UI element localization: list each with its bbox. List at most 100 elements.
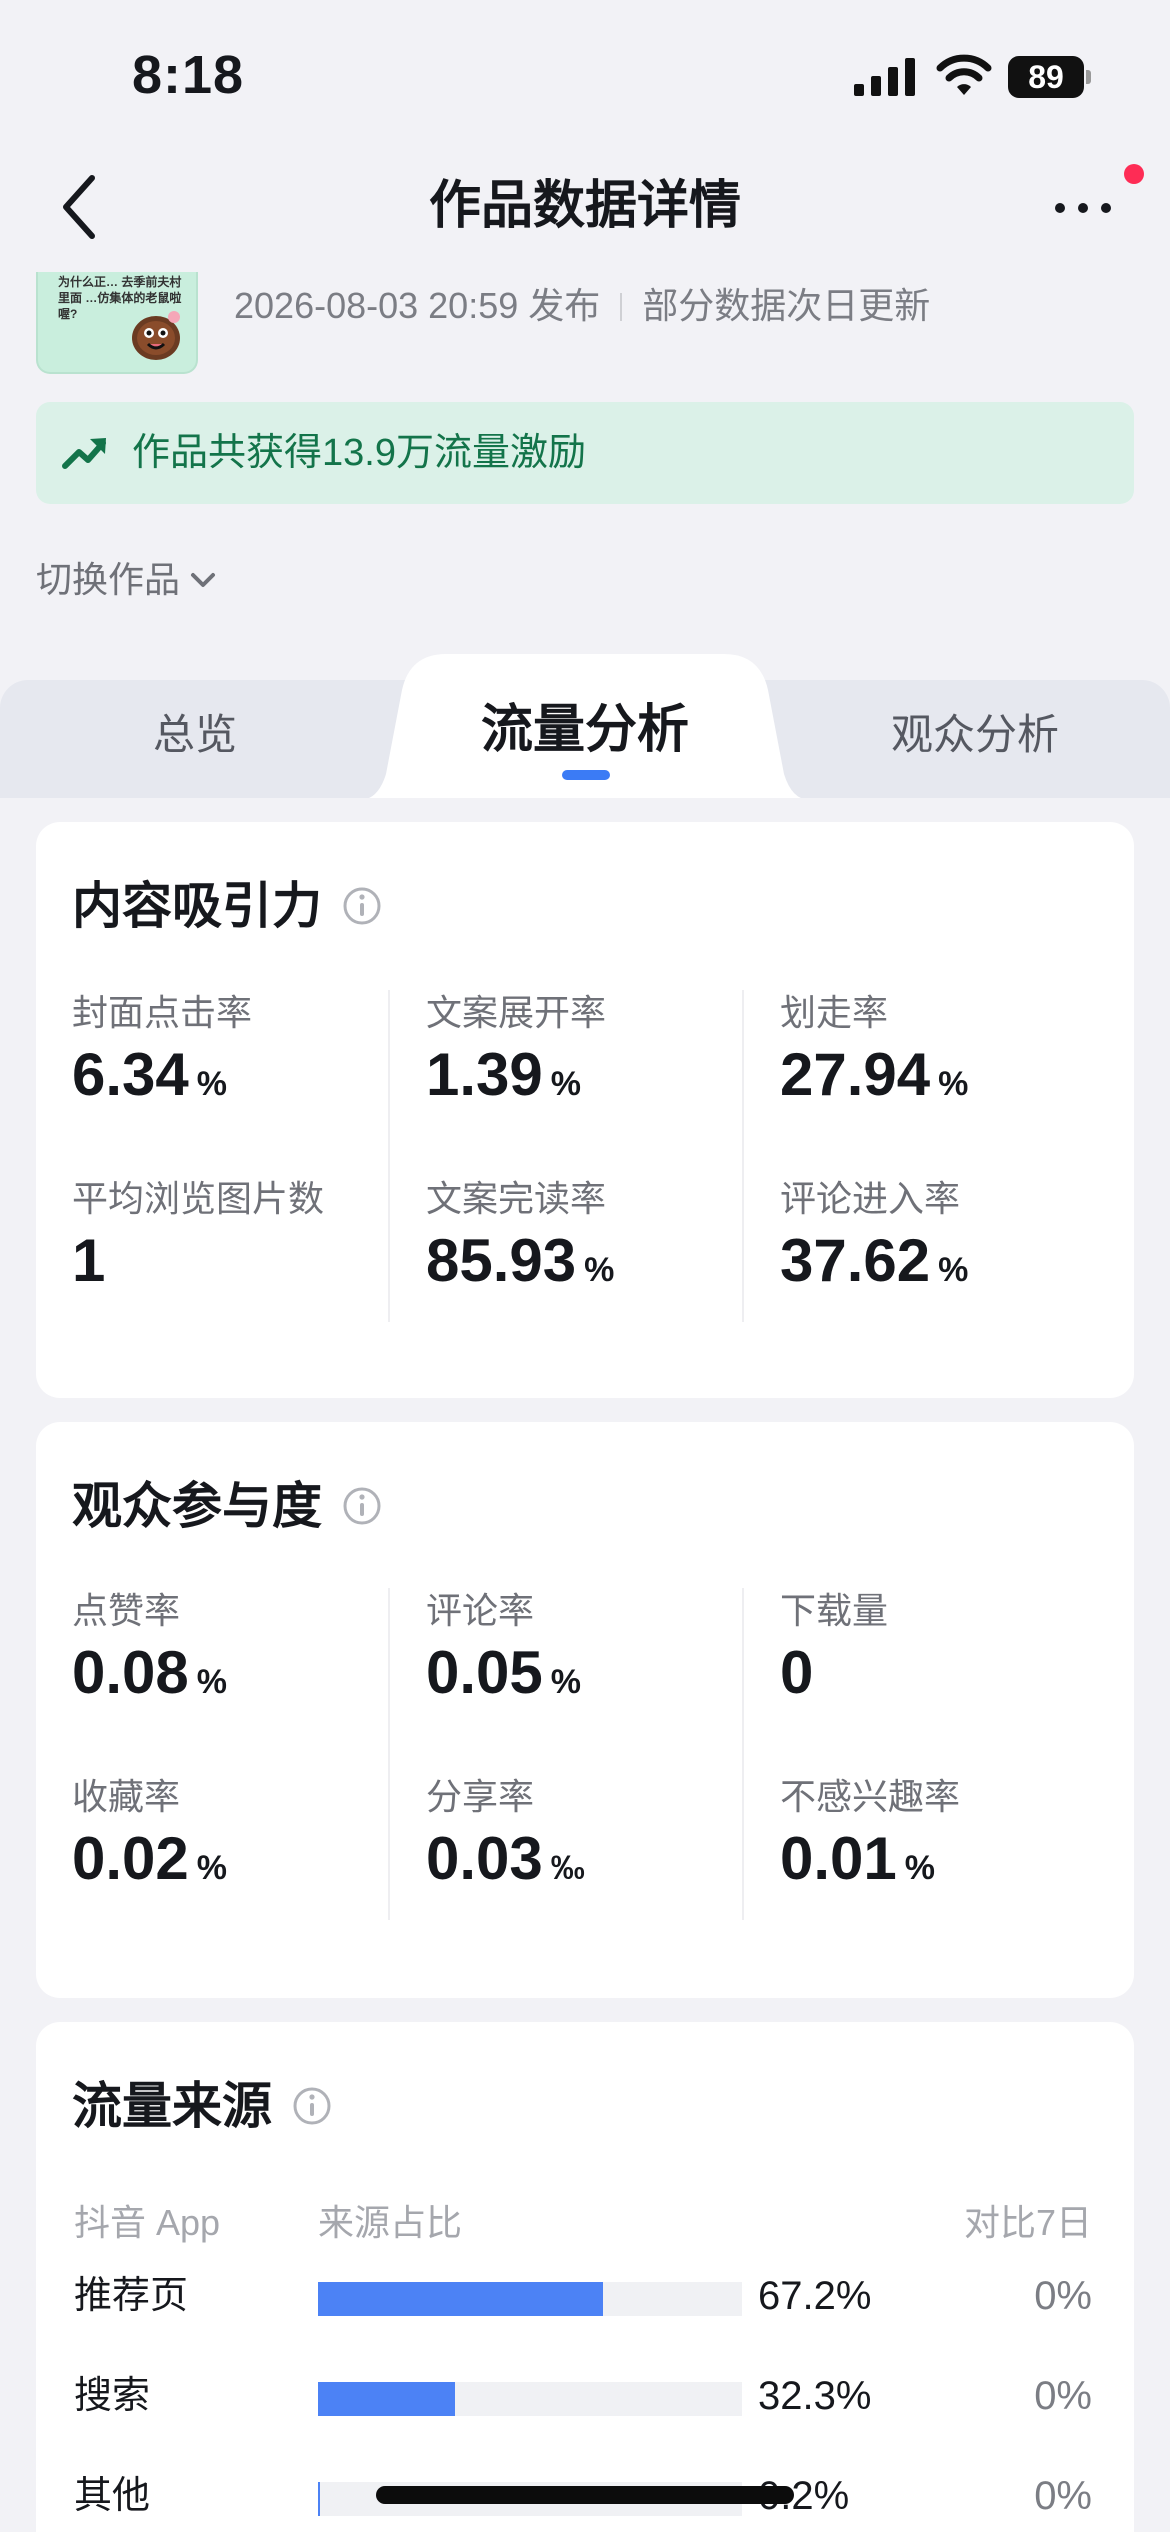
share-bar-fill: [318, 2482, 320, 2516]
column-header-app: 抖音 App: [74, 2202, 221, 2243]
metric-number: 37.62: [780, 1227, 931, 1294]
battery-level: 89: [1008, 56, 1084, 98]
tab-overview[interactable]: 总览: [80, 700, 310, 770]
column-header-share: 来源占比: [318, 2202, 463, 2243]
metric-comment-rate: 评论率 0.05%: [426, 1588, 756, 1722]
metric-number: 0: [780, 1639, 814, 1706]
column-header-compare: 对比7日: [963, 2202, 1092, 2243]
metric-label: 分享率: [426, 1776, 535, 1817]
info-icon[interactable]: [342, 886, 382, 926]
metric-unit: %: [196, 1849, 228, 1887]
metric-number: 1: [72, 1227, 106, 1294]
metric-label: 评论进入率: [780, 1178, 961, 1219]
metric-downloads: 下载量 0: [780, 1588, 1110, 1722]
source-compare: 0%: [1034, 2274, 1092, 2318]
publish-time: 2026-08-03 20:59 发布: [234, 285, 601, 326]
cookie-character-icon: [132, 311, 180, 360]
engagement-card: 观众参与度 点赞率 0.08% 评论率 0.05% 下载量 0 收藏率 0.02…: [36, 1422, 1134, 1998]
content-appeal-title: 内容吸引力: [72, 878, 322, 934]
metric-like-rate: 点赞率 0.08%: [72, 1588, 402, 1722]
metric-caption-complete-rate: 文案完读率 85.93%: [426, 1176, 756, 1310]
metric-number: 0.08: [72, 1639, 189, 1706]
chevron-down-icon: [191, 573, 216, 587]
switch-work-button[interactable]: 切换作品: [36, 554, 216, 606]
metric-unit: ‰: [550, 1849, 585, 1887]
metric-share-rate: 分享率 0.03 ‰: [426, 1774, 756, 1908]
work-thumbnail[interactable]: 为什么正… 去季前夫村里面 …仿集体的老鼠啦喔?: [36, 272, 198, 374]
source-name: 推荐页: [74, 2275, 189, 2317]
page-title: 作品数据详情: [428, 177, 741, 235]
metric-number: 0.02: [72, 1825, 189, 1892]
metric-number: 0.05: [426, 1639, 543, 1706]
battery-indicator: 89: [1008, 56, 1092, 98]
metric-value: 6.34%: [72, 1042, 402, 1124]
metric-label: 收藏率: [72, 1776, 181, 1817]
engagement-title: 观众参与度: [72, 1478, 322, 1534]
reward-banner[interactable]: 作品共获得13.9万流量激励: [36, 402, 1134, 504]
metric-value: 0.01%: [780, 1826, 1110, 1908]
card-title: 观众参与度: [72, 1474, 382, 1538]
metric-unit: %: [550, 1065, 582, 1103]
metric-label: 下载量: [780, 1590, 889, 1631]
metric-unit: %: [938, 1065, 969, 1103]
metric-unit: %: [584, 1251, 615, 1289]
tab-traffic-analysis[interactable]: 流量分析: [440, 692, 730, 768]
traffic-source-title: 流量来源: [72, 2078, 272, 2134]
metric-label: 不感兴趣率: [780, 1776, 961, 1817]
metric-caption-expand-rate: 文案展开率 1.39%: [426, 990, 756, 1124]
publish-meta: 2026-08-03 20:59 发布 部分数据次日更新: [234, 282, 930, 330]
metric-comment-entry-rate: 评论进入率 37.62%: [780, 1176, 1110, 1310]
trend-up-icon: [62, 438, 106, 469]
info-icon[interactable]: [292, 2086, 332, 2126]
metric-label: 平均浏览图片数: [72, 1178, 325, 1219]
signal-icon: [854, 58, 915, 96]
reward-text: 作品共获得13.9万流量激励: [132, 432, 586, 474]
metric-label: 文案展开率: [426, 992, 607, 1033]
status-time: 8:18: [132, 45, 245, 105]
switch-work-label: 切换作品: [36, 559, 181, 600]
share-bar-fill: [318, 2382, 455, 2416]
share-bar-track: [318, 2382, 742, 2416]
metric-value: 37.62%: [780, 1228, 1110, 1310]
tab-audience-analysis[interactable]: 观众分析: [860, 700, 1090, 770]
metric-not-interested-rate: 不感兴趣率 0.01%: [780, 1774, 1110, 1908]
meta-divider: [620, 293, 623, 321]
metric-value: 85.93%: [426, 1228, 756, 1310]
home-indicator[interactable]: [376, 2486, 794, 2504]
more-icon[interactable]: [1052, 186, 1114, 230]
traffic-source-row-recommend[interactable]: 推荐页 67.2% 0%: [36, 2266, 1134, 2326]
metric-unit: %: [938, 1251, 969, 1289]
metric-value: 27.94%: [780, 1042, 1110, 1124]
content-appeal-card: 内容吸引力 封面点击率 6.34% 文案展开率 1.39% 划走率 27.94%…: [36, 822, 1134, 1398]
status-bar: 8:18 89: [0, 0, 1170, 150]
notification-dot: [1124, 164, 1144, 184]
metric-value: 1: [72, 1228, 402, 1310]
share-bar-track: [318, 2282, 742, 2316]
card-title: 流量来源: [72, 2074, 332, 2138]
source-share: 32.3%: [758, 2374, 872, 2418]
traffic-source-row-search[interactable]: 搜索 32.3% 0%: [36, 2366, 1134, 2426]
metric-number: 1.39: [426, 1041, 543, 1108]
source-name: 其他: [74, 2475, 151, 2517]
metric-number: 85.93: [426, 1227, 577, 1294]
source-name: 搜索: [74, 2375, 151, 2417]
metric-avg-images-viewed: 平均浏览图片数 1: [72, 1176, 402, 1310]
metric-swipe-away-rate: 划走率 27.94%: [780, 990, 1110, 1124]
metric-unit: %: [196, 1663, 228, 1701]
metric-value: 0: [780, 1640, 1110, 1722]
source-compare: 0%: [1034, 2374, 1092, 2418]
tab-active-indicator: [562, 770, 610, 780]
metric-unit: %: [550, 1663, 582, 1701]
metric-number: 6.34: [72, 1041, 189, 1108]
metric-label: 划走率: [780, 992, 889, 1033]
update-note: 部分数据次日更新: [642, 285, 931, 326]
metric-value: 0.03 ‰: [426, 1826, 756, 1908]
metric-label: 点赞率: [72, 1590, 181, 1631]
share-bar-fill: [318, 2282, 603, 2316]
metric-value: 0.05%: [426, 1640, 756, 1722]
card-title: 内容吸引力: [72, 874, 382, 938]
battery-tip: [1086, 70, 1091, 84]
metric-value: 0.02%: [72, 1826, 402, 1908]
info-icon[interactable]: [342, 1486, 382, 1526]
metric-cover-click-rate: 封面点击率 6.34%: [72, 990, 402, 1124]
